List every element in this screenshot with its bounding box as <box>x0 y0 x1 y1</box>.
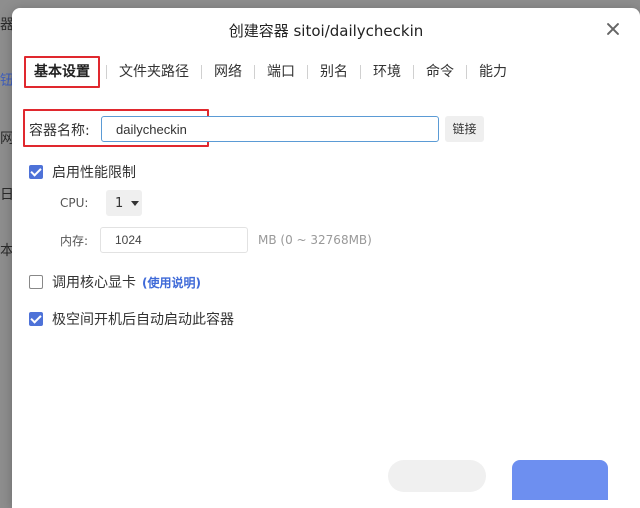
perf-limit-row[interactable]: 启用性能限制 <box>29 162 136 182</box>
create-container-dialog: 创建容器 sitoi/dailycheckin 基本设置 文件夹路径 网络 端口… <box>12 8 640 508</box>
cpu-label: CPU: <box>60 196 89 210</box>
background-text: 本 <box>0 243 12 259</box>
tab-bar: 基本设置 文件夹路径 网络 端口 别名 环境 命令 能力 <box>24 56 519 88</box>
tab-folder-path[interactable]: 文件夹路径 <box>107 56 201 88</box>
container-name-label: 容器名称: <box>29 123 90 139</box>
cancel-button[interactable] <box>388 460 486 492</box>
tab-network[interactable]: 网络 <box>202 56 254 88</box>
close-icon[interactable] <box>606 22 620 36</box>
dialog-title: 创建容器 sitoi/dailycheckin <box>228 22 424 40</box>
background-text: 网 <box>0 131 12 147</box>
gpu-checkbox[interactable] <box>29 275 43 289</box>
perf-limit-label: 启用性能限制 <box>52 165 136 181</box>
caret-down-icon <box>131 200 140 206</box>
background-text: 器 <box>0 17 12 33</box>
container-name-input[interactable] <box>101 116 439 142</box>
gpu-label: 调用核心显卡 <box>52 275 136 291</box>
memory-input[interactable] <box>100 227 248 253</box>
tab-environment[interactable]: 环境 <box>361 56 413 88</box>
background-text: 钮 <box>0 73 12 89</box>
memory-hint: MB (0 ~ 32768MB) <box>258 233 372 247</box>
cpu-value: 1 <box>115 195 124 211</box>
autostart-label: 极空间开机后自动启动此容器 <box>52 312 234 328</box>
cpu-select[interactable]: 1 <box>106 190 142 216</box>
memory-label: 内存: <box>60 233 89 248</box>
perf-limit-checkbox[interactable] <box>29 165 43 179</box>
tab-capabilities[interactable]: 能力 <box>467 56 519 88</box>
autostart-row[interactable]: 极空间开机后自动启动此容器 <box>29 309 234 329</box>
link-button[interactable]: 链接 <box>445 116 484 142</box>
confirm-button[interactable] <box>512 460 608 500</box>
background-text: 日 <box>0 187 12 203</box>
tab-basic-settings[interactable]: 基本设置 <box>24 56 100 88</box>
gpu-help-link[interactable]: (使用说明) <box>142 274 201 291</box>
tab-alias[interactable]: 别名 <box>308 56 360 88</box>
autostart-checkbox[interactable] <box>29 312 43 326</box>
gpu-row[interactable]: 调用核心显卡 (使用说明) <box>29 272 201 292</box>
tab-ports[interactable]: 端口 <box>255 56 307 88</box>
tab-command[interactable]: 命令 <box>414 56 466 88</box>
